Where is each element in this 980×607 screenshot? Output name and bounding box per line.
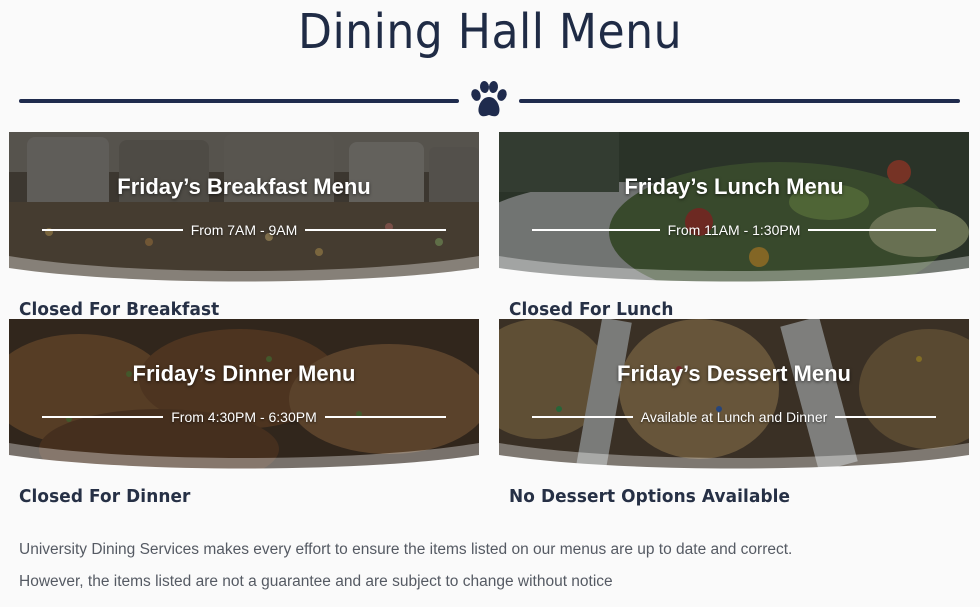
hours-row: From 4:30PM - 6:30PM	[42, 407, 446, 427]
hours-row: From 7AM - 9AM	[42, 220, 447, 240]
hours-rule-left	[532, 416, 633, 418]
disclaimer-line-1: University Dining Services makes every e…	[19, 541, 793, 558]
wave-decoration	[499, 256, 969, 282]
hours-text: From 11AM - 1:30PM	[667, 222, 801, 238]
dessert-status: No Dessert Options Available	[509, 486, 791, 507]
disclaimer-line-2: However, the items listed are not a guar…	[19, 573, 613, 590]
hours-row: Available at Lunch and Dinner	[532, 407, 937, 427]
wave-decoration	[9, 443, 479, 469]
wave-decoration	[9, 256, 479, 282]
divider-line-left	[19, 99, 459, 103]
hours-rule-right	[305, 229, 447, 231]
paw-print-icon	[471, 81, 507, 117]
hours-text: From 7AM - 9AM	[190, 222, 298, 238]
card-title: Friday’s Breakfast Menu	[117, 174, 371, 199]
hours-rule-right	[808, 229, 936, 231]
title-divider	[19, 80, 960, 126]
breakfast-menu-card[interactable]: Friday’s Breakfast Menu From 7AM - 9AM	[9, 132, 479, 282]
wave-decoration	[499, 443, 969, 469]
card-title: Friday’s Dinner Menu	[132, 361, 356, 386]
divider-line-right	[519, 99, 960, 103]
page-title: Dining Hall Menu	[297, 4, 683, 60]
dinner-status: Closed For Dinner	[19, 486, 191, 507]
dessert-menu-card[interactable]: Friday’s Dessert Menu Available at Lunch…	[499, 319, 969, 469]
card-title: Friday’s Dessert Menu	[617, 361, 851, 386]
lunch-status: Closed For Lunch	[509, 299, 674, 320]
card-title: Friday’s Lunch Menu	[624, 174, 844, 199]
hours-rule-right	[835, 416, 937, 418]
hours-rule-left	[532, 229, 660, 231]
hours-rule-right	[324, 416, 446, 418]
hours-text: From 4:30PM - 6:30PM	[171, 409, 317, 425]
hours-row: From 11AM - 1:30PM	[532, 220, 936, 240]
hours-rule-left	[42, 229, 183, 231]
hours-rule-left	[42, 416, 164, 418]
breakfast-status: Closed For Breakfast	[19, 299, 220, 320]
dinner-menu-card[interactable]: Friday’s Dinner Menu From 4:30PM - 6:30P…	[9, 319, 479, 469]
lunch-menu-card[interactable]: Friday’s Lunch Menu From 11AM - 1:30PM	[499, 132, 969, 282]
hours-text: Available at Lunch and Dinner	[640, 409, 828, 425]
